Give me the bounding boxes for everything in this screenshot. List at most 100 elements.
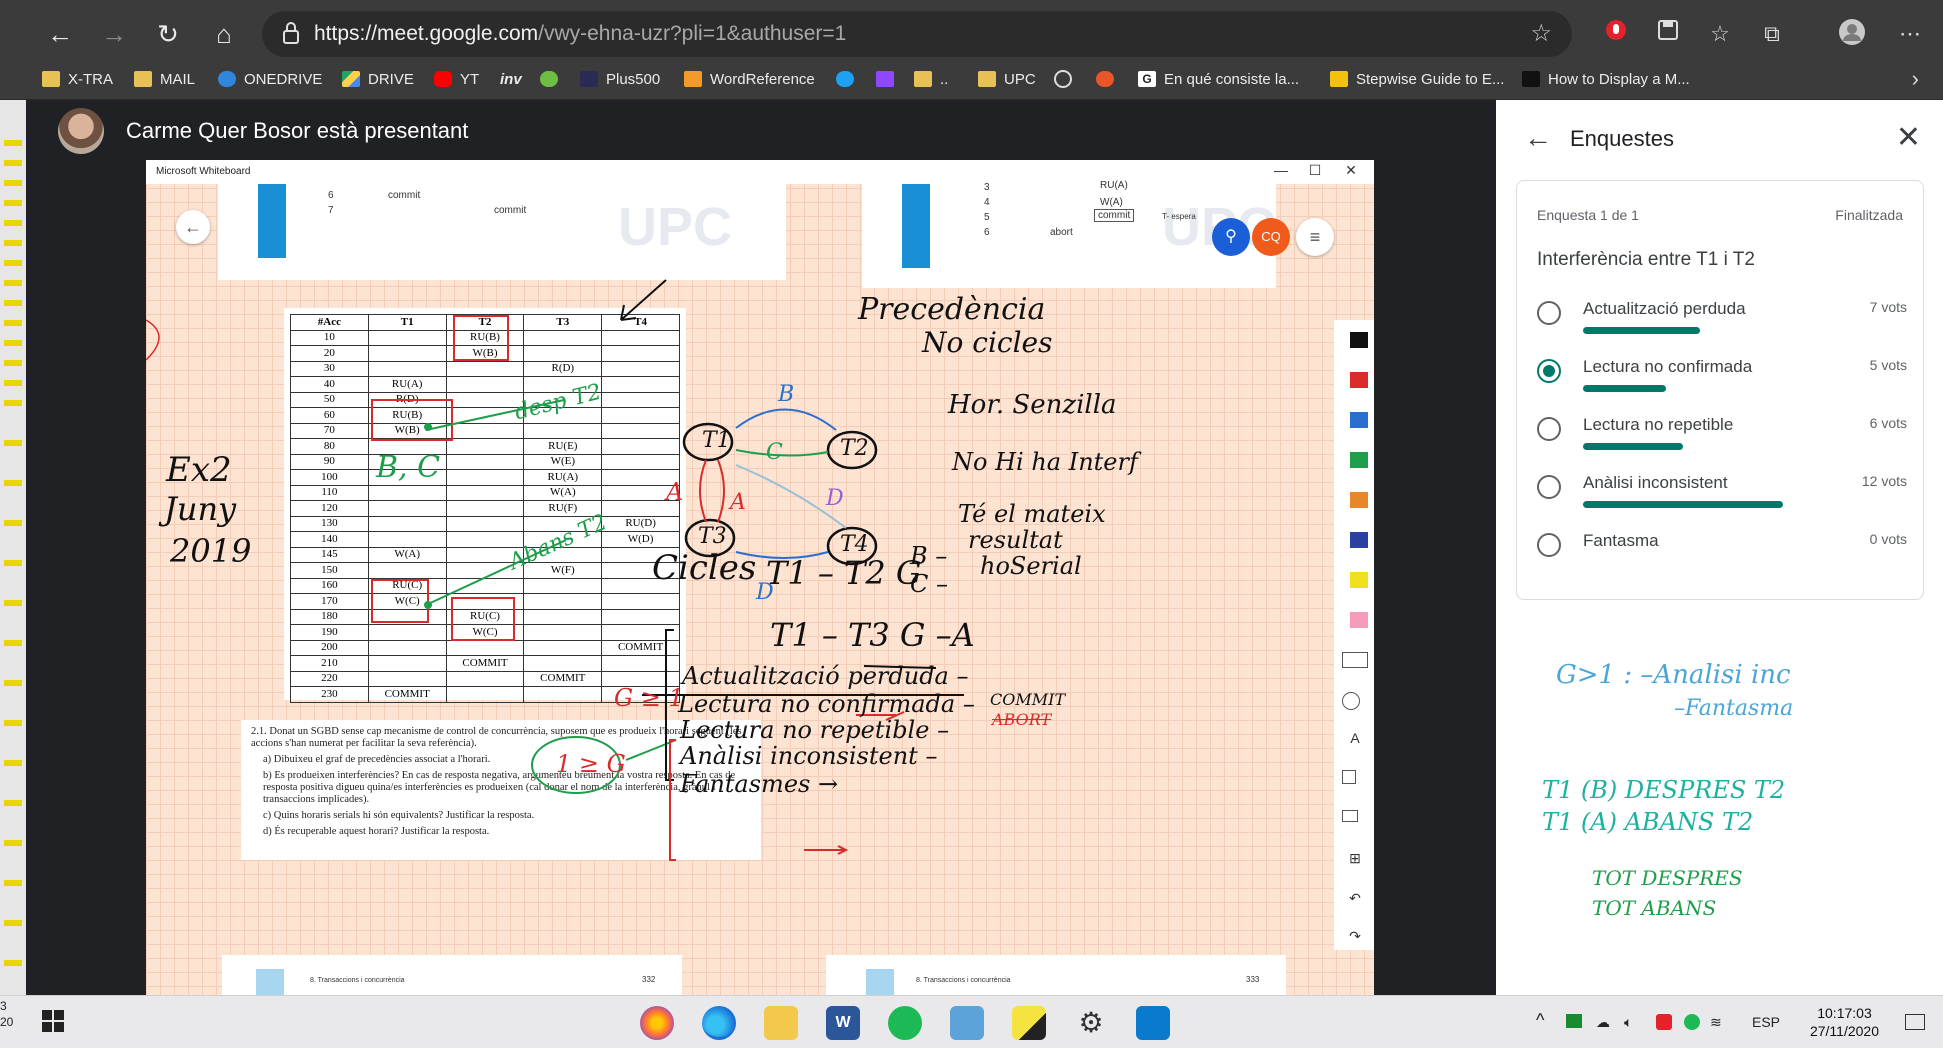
pen-toolbar: A ⊞ ↶ ↷ [1334, 320, 1374, 950]
extension-icon[interactable] [1600, 18, 1632, 50]
bookmark-wordreference[interactable]: WordReference [684, 68, 815, 90]
back-arrow-icon[interactable]: ← [1524, 122, 1552, 154]
navy-pen-icon[interactable] [1342, 532, 1368, 548]
bookmark-e[interactable] [540, 68, 566, 90]
volume-icon[interactable]: 🔈︎ [1624, 1014, 1632, 1031]
chevron-right-icon[interactable]: › [1912, 66, 1919, 92]
bookmarks-bar: X-TRA MAIL ONEDRIVE DRIVE YT inv Plus500… [0, 58, 1943, 100]
stripe [4, 720, 22, 726]
undo-icon[interactable]: ↶ [1342, 890, 1368, 906]
reload-icon[interactable]: ↻ [148, 14, 188, 54]
poll-option[interactable]: Anàlisi inconsistent 12 vots [1537, 473, 1907, 523]
collections-icon[interactable]: ⧉ [1756, 18, 1788, 50]
firefox-icon[interactable] [640, 1006, 674, 1040]
favorites-icon[interactable]: ☆ [1704, 18, 1736, 50]
ink-commit: COMMIT [990, 690, 1066, 709]
red-pen-icon[interactable] [1342, 372, 1368, 388]
whiteboard-window[interactable]: Microsoft Whiteboard — ☐ ✕ UPC 6 commit … [146, 160, 1374, 995]
radio-button[interactable] [1537, 417, 1561, 441]
ruler-icon[interactable] [1342, 652, 1368, 668]
bookmark-folder[interactable]: .. [914, 68, 948, 90]
clock[interactable]: 10:17:03 27/11/2020 [1810, 1004, 1879, 1040]
wordreference-icon [684, 71, 702, 87]
stripe [4, 400, 22, 406]
stripe [4, 760, 22, 766]
bookmark-upc[interactable]: UPC [978, 68, 1036, 90]
bookmark-twitter[interactable] [836, 68, 862, 90]
radio-button[interactable] [1537, 301, 1561, 325]
word-icon[interactable]: W [826, 1006, 860, 1040]
ink-note: TOT ABANS [1592, 896, 1717, 920]
file-explorer-icon[interactable] [764, 1006, 798, 1040]
ink-cycle-2: T1 – T3 G –A [770, 616, 975, 654]
lasso-icon[interactable] [1342, 692, 1360, 710]
favorite-star-icon[interactable]: ☆ [1530, 19, 1552, 48]
note-icon[interactable] [1342, 770, 1356, 784]
bookmark-xtra[interactable]: X-TRA [42, 68, 113, 90]
ink-note: TOT DESPRES [1592, 866, 1743, 890]
language-indicator[interactable]: ESP [1752, 1014, 1780, 1030]
bookmark-plus500[interactable]: Plus500 [580, 68, 660, 90]
bookmark-mail[interactable]: MAIL [134, 68, 195, 90]
bookmark-htg[interactable]: How to Display a M... [1522, 68, 1690, 90]
address-bar[interactable]: https://meet.google.com/vwy-ehna-uzr?pli… [262, 11, 1572, 57]
vscode-icon[interactable] [1136, 1006, 1170, 1040]
bookmark-drive[interactable]: DRIVE [342, 68, 414, 90]
cloud-icon[interactable]: ☁ [1596, 1014, 1610, 1031]
insert-icon[interactable]: ⊞ [1342, 850, 1368, 866]
twitch-icon [876, 71, 894, 87]
close-icon[interactable]: ✕ [1896, 120, 1921, 155]
profile-avatar[interactable] [1836, 18, 1868, 50]
radio-button[interactable] [1537, 533, 1561, 557]
redo-icon[interactable]: ↷ [1342, 928, 1368, 944]
poll-option[interactable]: Lectura no repetible 6 vots [1537, 415, 1907, 465]
ink-interf: Lectura no repetible – [680, 716, 950, 744]
wifi-icon[interactable]: ≋ [1710, 1014, 1722, 1031]
more-menu-icon[interactable]: ⋯ [1894, 18, 1926, 50]
stripe [4, 680, 22, 686]
eraser-icon[interactable] [1342, 612, 1368, 628]
poll-option[interactable]: Lectura no confirmada 5 vots [1537, 357, 1907, 407]
radio-button-selected[interactable] [1537, 359, 1561, 383]
bookmark-label: X-TRA [68, 70, 113, 88]
close-icon[interactable]: ✕ [1336, 162, 1366, 179]
poll-option[interactable]: Fantasma 0 vots [1537, 531, 1907, 581]
back-arrow-icon[interactable]: ← [40, 14, 80, 54]
bookmark-twitch[interactable] [876, 68, 902, 90]
edge-browser-icon[interactable] [702, 1006, 736, 1040]
radio-button[interactable] [1537, 475, 1561, 499]
bookmark-c[interactable] [1096, 68, 1122, 90]
forward-arrow-icon[interactable]: → [94, 14, 134, 54]
bookmark-stepwise[interactable]: Stepwise Guide to E... [1330, 68, 1504, 90]
bookmark-onedrive[interactable]: ONEDRIVE [218, 68, 322, 90]
ink-interf: Anàlisi inconsistent – [680, 742, 938, 770]
spotify-icon[interactable] [888, 1006, 922, 1040]
antivirus-icon[interactable] [1656, 1014, 1672, 1030]
tray-app-icon[interactable] [1566, 1014, 1582, 1028]
home-icon[interactable]: ⌂ [204, 14, 244, 54]
bookmark-inv[interactable]: inv [500, 68, 522, 90]
bookmark-copyright[interactable] [1054, 68, 1080, 90]
poll-option[interactable]: Actualització perduda 7 vots [1537, 299, 1907, 349]
ink-note: –Fantasma [1674, 696, 1794, 721]
ink-arrow [804, 845, 849, 855]
highlighter-icon[interactable] [1342, 572, 1368, 588]
text-tool-icon[interactable]: A [1342, 730, 1368, 746]
side-scrollbar[interactable] [0, 100, 26, 995]
bookmark-yt[interactable]: YT [434, 68, 479, 90]
spotify-tray-icon[interactable] [1684, 1014, 1700, 1030]
remote-desktop-icon[interactable] [950, 1006, 984, 1040]
green-pen-icon[interactable] [1342, 452, 1368, 468]
orange-pen-icon[interactable] [1342, 492, 1368, 508]
image-icon[interactable] [1342, 810, 1358, 822]
windows-start-icon[interactable] [42, 1010, 64, 1037]
settings-gear-icon[interactable]: ⚙ [1074, 1006, 1108, 1040]
black-pen-icon[interactable] [1342, 332, 1368, 348]
sticky-notes-icon[interactable] [1012, 1006, 1046, 1040]
stripe [4, 640, 22, 646]
chevron-up-icon[interactable]: ^ [1536, 1010, 1544, 1031]
save-extension-icon[interactable] [1652, 18, 1684, 50]
notifications-icon[interactable] [1905, 1014, 1925, 1030]
blue-pen-icon[interactable] [1342, 412, 1368, 428]
bookmark-google-article[interactable]: G En qué consiste la... [1138, 68, 1299, 90]
